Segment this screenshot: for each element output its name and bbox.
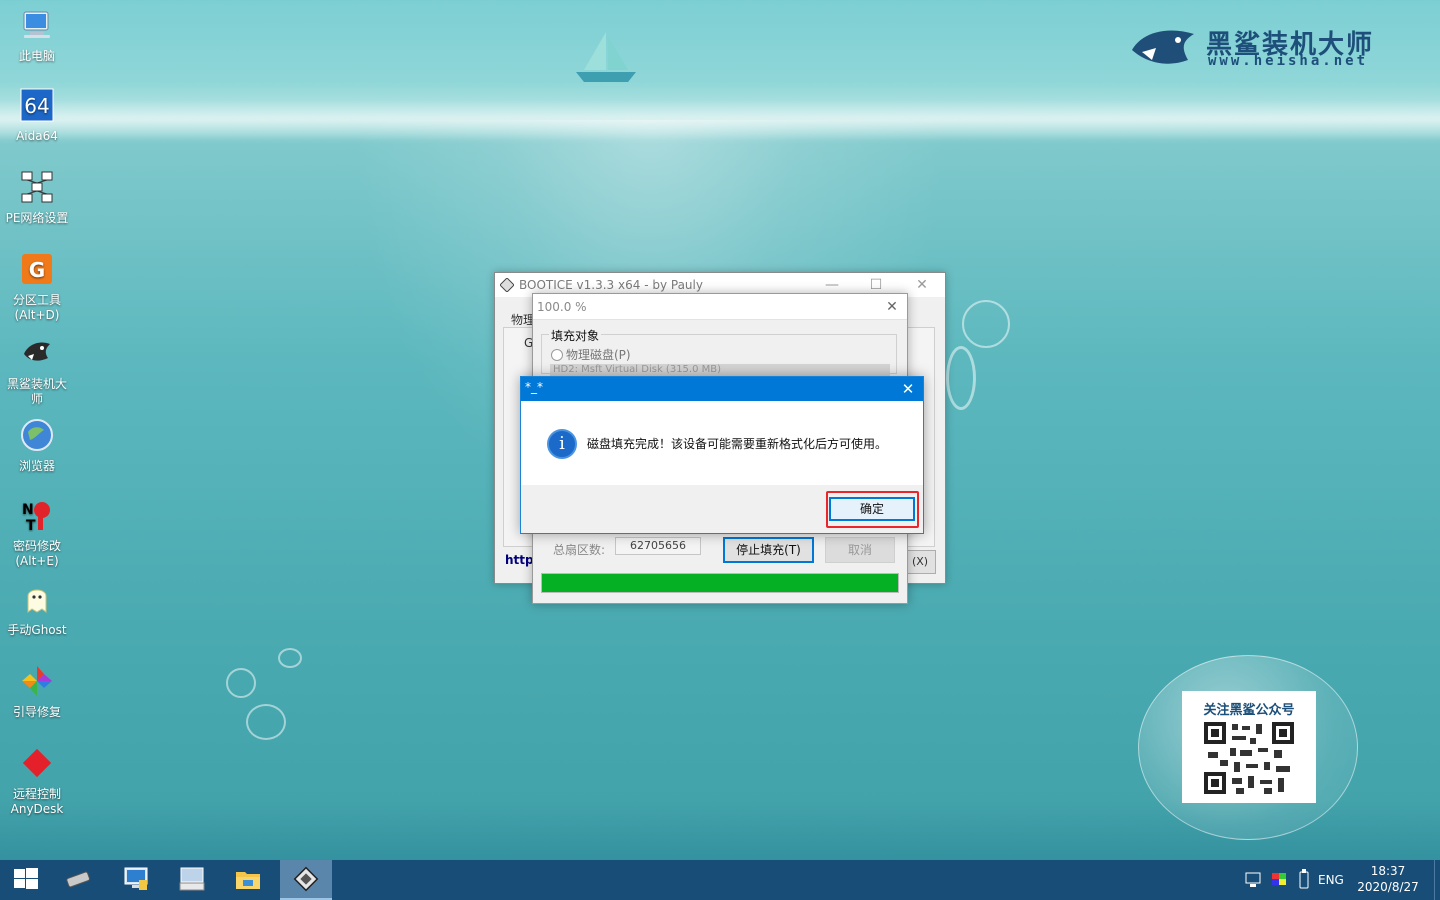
close-button[interactable]: ✕ [877, 298, 907, 316]
radio-label: 物理磁盘(P) [566, 348, 631, 362]
bubble [962, 300, 1010, 348]
taskbar-keyboard[interactable] [166, 860, 218, 900]
progress-bar [541, 573, 899, 593]
shark-logo-icon [1132, 30, 1194, 64]
desktop-icon-boot-repair[interactable]: 引导修复 [4, 664, 70, 720]
bubble [226, 668, 256, 698]
desktop-icon-this-pc[interactable]: 此电脑 [4, 8, 70, 64]
dialog-title: *_* [525, 380, 543, 394]
disk-icon [66, 871, 90, 888]
tray-network-icon[interactable] [1244, 860, 1264, 900]
svg-text:T: T [26, 518, 36, 532]
taskbar-disk[interactable] [52, 860, 104, 900]
radio-indicator [551, 349, 563, 361]
brand-logo: 黑鲨装机大师 www.heisha.net [1128, 20, 1398, 76]
desktop-icon-label: 密码修改 (Alt+E) [12, 539, 61, 568]
desktop-icon-anydesk[interactable]: 远程控制 AnyDesk [4, 746, 70, 817]
browser-icon [21, 419, 53, 451]
desktop-icon-label: Aida64 [16, 129, 58, 143]
desktop-icon-label: 手动Ghost [7, 623, 67, 637]
ghost-icon [27, 589, 47, 613]
desktop-icon-label: 引导修复 [12, 705, 61, 719]
partition-tool-icon: G [22, 254, 52, 284]
ok-button-highlight [826, 491, 919, 528]
network-icon [21, 171, 53, 203]
maximize-button[interactable]: ☐ [861, 276, 891, 294]
desktop-icon-label: 分区工具 (Alt+D) [12, 293, 61, 322]
anydesk-icon [22, 748, 52, 778]
desktop-icon-label: 此电脑 [18, 49, 55, 63]
logo-url: www.heisha.net [1208, 53, 1369, 69]
dialog-message: 磁盘填充完成！该设备可能需要重新格式化后方可使用。 [587, 437, 888, 451]
taskbar: ENG 18:37 2020/8/27 [0, 860, 1440, 900]
progress-title: 100.0 % [537, 300, 587, 314]
shark-icon [24, 342, 50, 361]
desktop-icon-browser[interactable]: 浏览器 [4, 418, 70, 474]
qr-title: 关注黑鲨公众号 [1203, 703, 1295, 718]
desktop-icon-manual-ghost[interactable]: 手动Ghost [4, 582, 70, 638]
completion-dialog: *_* ✕ i 磁盘填充完成！该设备可能需要重新格式化后方可使用。 确定 [520, 376, 924, 534]
desktop-icon-pe-network[interactable]: PE网络设置 [4, 170, 70, 226]
desktop-icon-password[interactable]: N T 密码修改 (Alt+E) [4, 498, 70, 569]
sailboat-icon [576, 32, 636, 82]
tray-usb-icon[interactable] [1296, 860, 1312, 900]
homepage-link[interactable]: http [505, 553, 534, 567]
title-bar: 100.0 % ✕ [533, 294, 907, 320]
progress-fill [542, 574, 898, 592]
desktop-icon-aida64[interactable]: 64 Aida64 [4, 88, 70, 144]
fill-target-label: 填充对象 [549, 327, 602, 344]
total-sectors-value: 62705656 [615, 537, 701, 555]
language-indicator[interactable]: ENG [1318, 860, 1344, 900]
exit-button[interactable]: (X) [904, 550, 936, 574]
stop-fill-button[interactable]: 停止填充(T) [723, 537, 814, 563]
physical-disk-radio[interactable]: 物理磁盘(P) [551, 346, 631, 363]
password-icon: N T [22, 502, 50, 534]
qr-card[interactable]: 关注黑鲨公众号 [1182, 691, 1316, 803]
file-explorer-icon [236, 872, 260, 889]
bubble [246, 704, 286, 740]
keyboard-icon [179, 867, 205, 891]
start-button[interactable] [0, 860, 52, 900]
aida64-icon: 64 [20, 88, 54, 122]
tray-color-icon[interactable] [1270, 860, 1288, 900]
close-button[interactable]: ✕ [907, 276, 937, 294]
taskbar-network[interactable] [110, 860, 162, 900]
desktop-icon-label: 远程控制 AnyDesk [10, 787, 64, 816]
show-desktop-button[interactable] [1434, 860, 1440, 900]
computer-icon [23, 11, 50, 38]
close-icon[interactable]: ✕ [893, 377, 923, 401]
network-icon [124, 867, 148, 890]
clock[interactable]: 18:37 2020/8/27 [1352, 863, 1424, 895]
bootice-icon [293, 866, 319, 892]
window-title: BOOTICE v1.3.3 x64 - by Pauly [519, 278, 703, 292]
total-sectors-label: 总扇区数: [553, 543, 606, 557]
clock-date: 2020/8/27 [1357, 880, 1419, 894]
svg-text:N: N [22, 502, 34, 518]
bootice-app-icon [500, 278, 514, 292]
taskbar-bootice[interactable] [280, 860, 332, 900]
desktop-icon-label: 浏览器 [18, 459, 55, 473]
bubble [946, 346, 976, 410]
boot-repair-icon [22, 666, 52, 696]
qr-code-icon [1204, 722, 1294, 794]
taskbar-file-explorer[interactable] [222, 860, 274, 900]
bubble [278, 648, 302, 668]
clock-time: 18:37 [1370, 864, 1406, 878]
desktop-icon-heisha[interactable]: 黑鲨装机大师 [4, 336, 70, 407]
svg-text:G: G [29, 258, 45, 282]
minimize-button[interactable]: — [817, 276, 847, 294]
cancel-button[interactable]: 取消 [825, 537, 895, 563]
background-wave [0, 100, 1440, 140]
svg-text:64: 64 [24, 94, 49, 118]
dialog-title-bar: *_* ✕ [521, 377, 923, 401]
start-icon [14, 868, 38, 889]
desktop-icon-partition-tool[interactable]: G 分区工具 (Alt+D) [4, 252, 70, 323]
desktop-icon-label: 黑鲨装机大师 [6, 377, 67, 406]
desktop-icon-label: PE网络设置 [5, 211, 69, 225]
info-icon: i [547, 429, 577, 459]
